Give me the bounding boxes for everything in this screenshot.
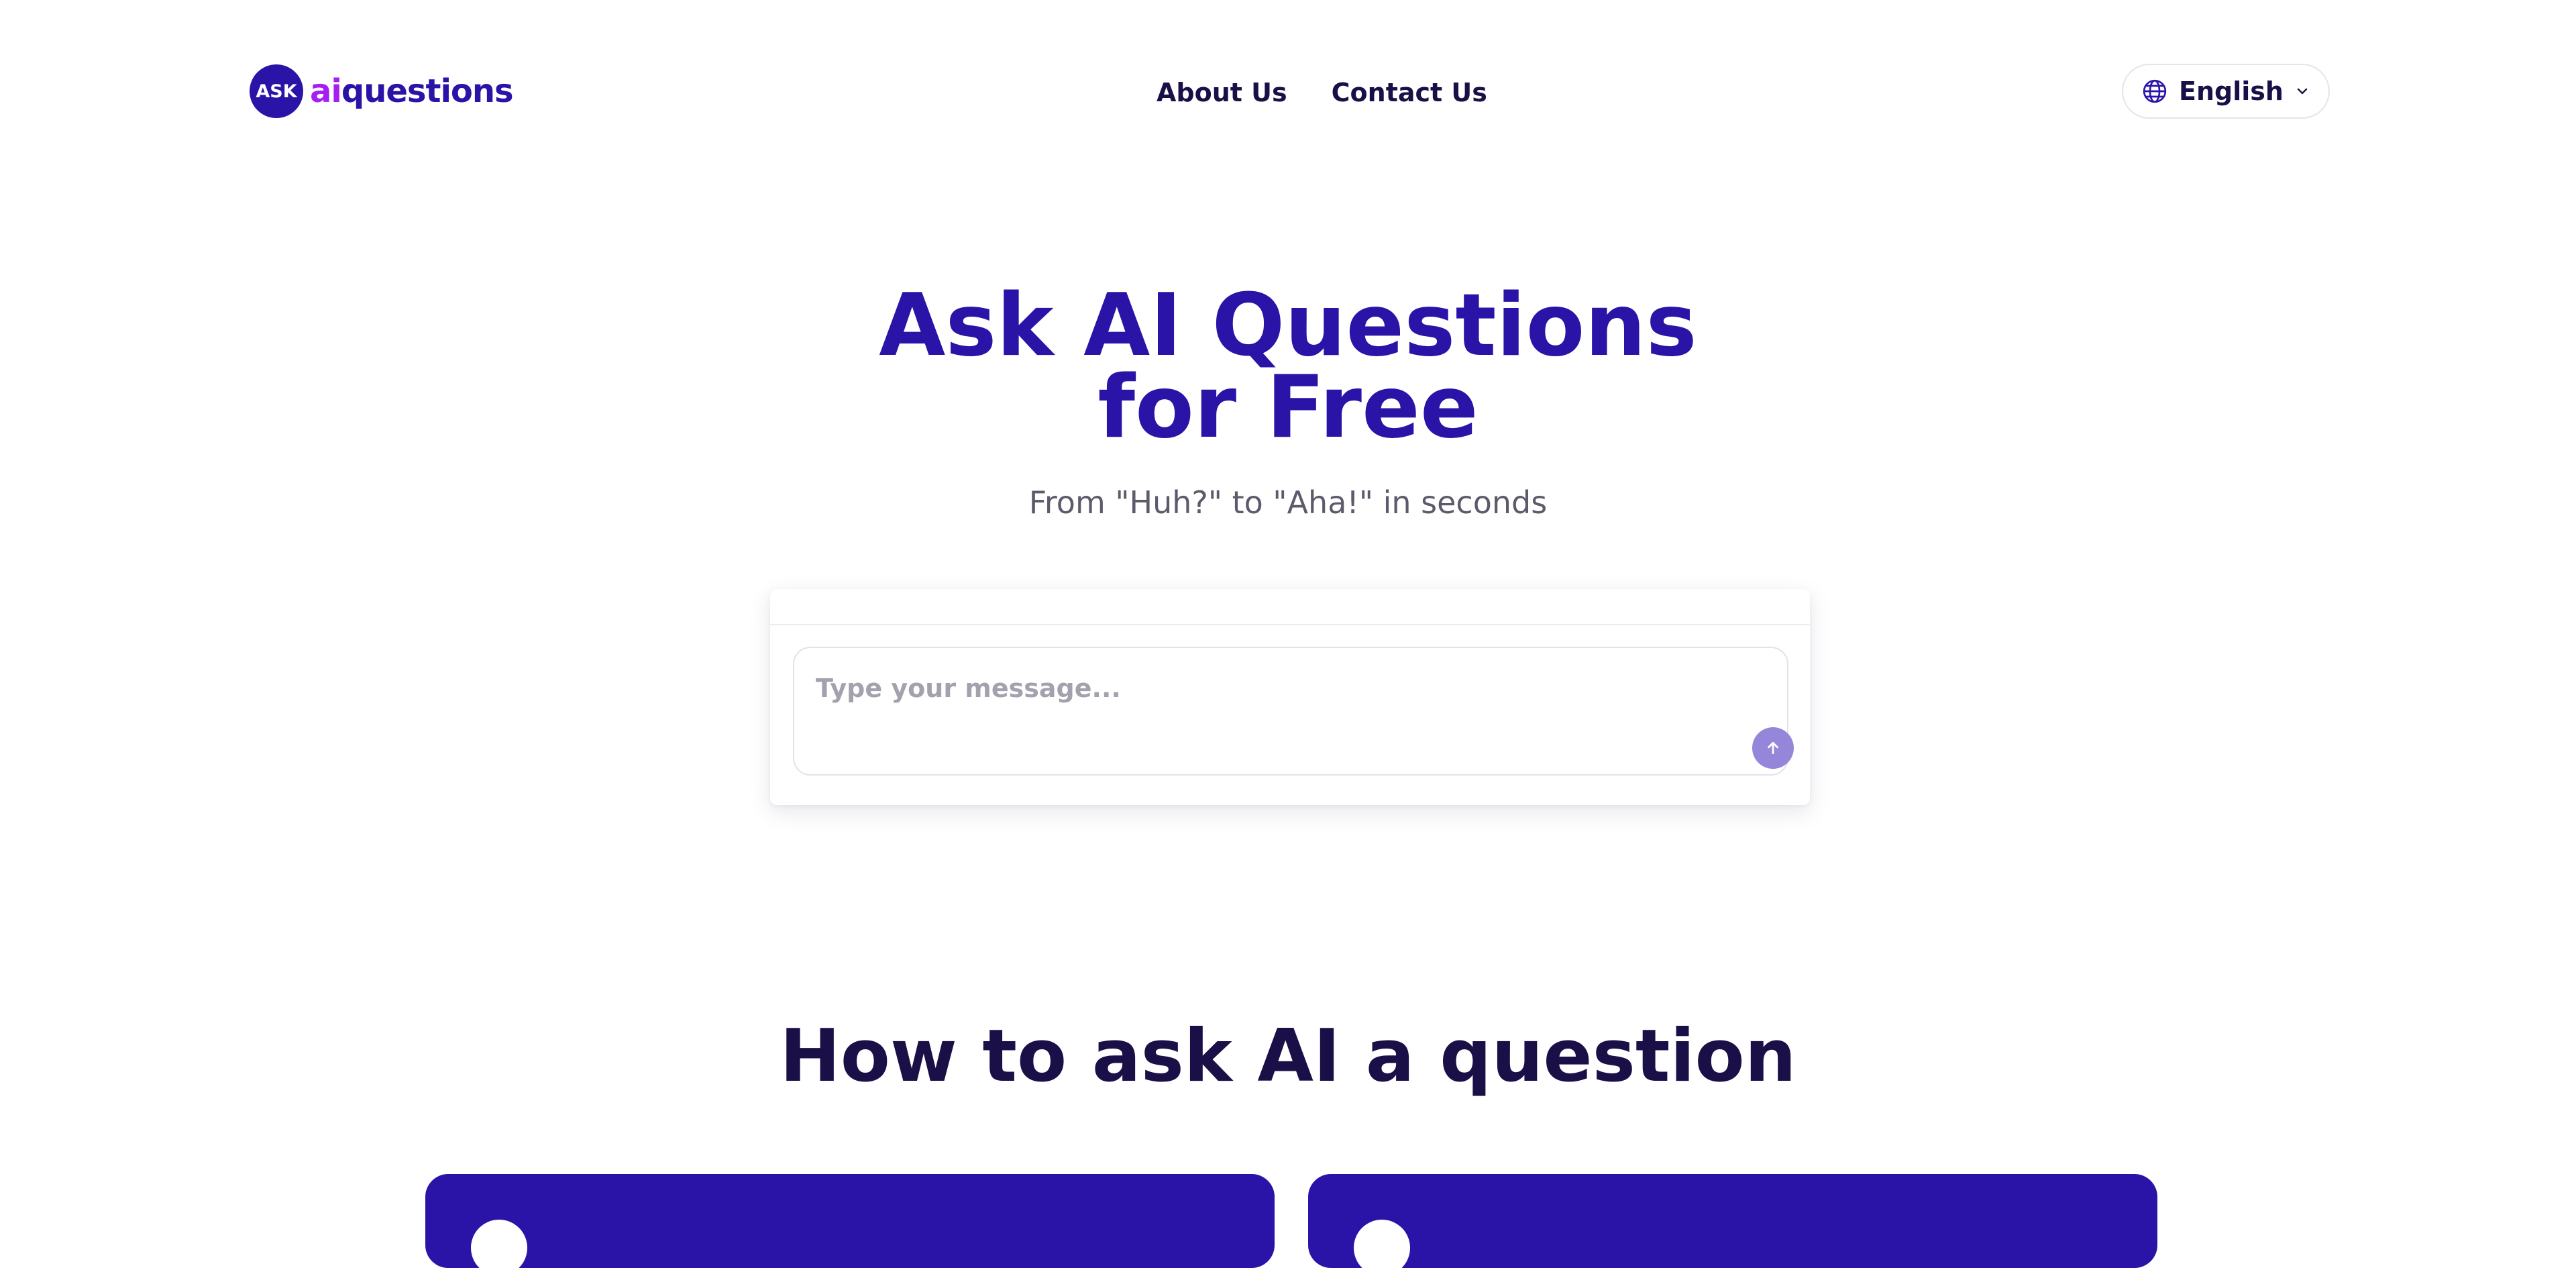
chat-panel-divider — [770, 624, 1810, 625]
site-header: ASK aiquestions About Us Contact Us Engl… — [0, 0, 2576, 184]
hero-title-line-2: for Free — [1097, 358, 1479, 458]
logo-text: aiquestions — [310, 64, 514, 118]
message-input[interactable] — [816, 668, 1741, 708]
step-card — [425, 1174, 1275, 1276]
logo-badge: ASK — [250, 64, 303, 118]
logo[interactable]: ASK aiquestions — [250, 64, 514, 118]
language-label: English — [2179, 76, 2284, 106]
step-card — [1308, 1174, 2157, 1276]
send-button[interactable] — [1752, 727, 1794, 769]
nav-about-us[interactable]: About Us — [1157, 78, 1287, 107]
arrow-up-icon — [1764, 739, 1782, 757]
logo-text-accent: ai — [310, 72, 342, 110]
chevron-down-icon — [2294, 83, 2310, 99]
how-to-title: How to ask AI a question — [780, 1014, 1796, 1098]
step-number-badge — [471, 1220, 527, 1276]
message-composer — [793, 647, 1794, 776]
language-selector[interactable]: English — [2122, 64, 2330, 119]
main-nav: About Us Contact Us — [1157, 72, 1487, 113]
hero-title: Ask AI Questions for Free — [617, 283, 1959, 451]
chat-panel — [770, 589, 1810, 805]
step-number-badge — [1354, 1220, 1410, 1276]
globe-icon — [2141, 78, 2168, 105]
hero-subtitle: From "Huh?" to "Aha!" in seconds — [1028, 484, 1548, 521]
logo-text-rest: questions — [341, 72, 514, 110]
nav-contact-us[interactable]: Contact Us — [1332, 78, 1487, 107]
